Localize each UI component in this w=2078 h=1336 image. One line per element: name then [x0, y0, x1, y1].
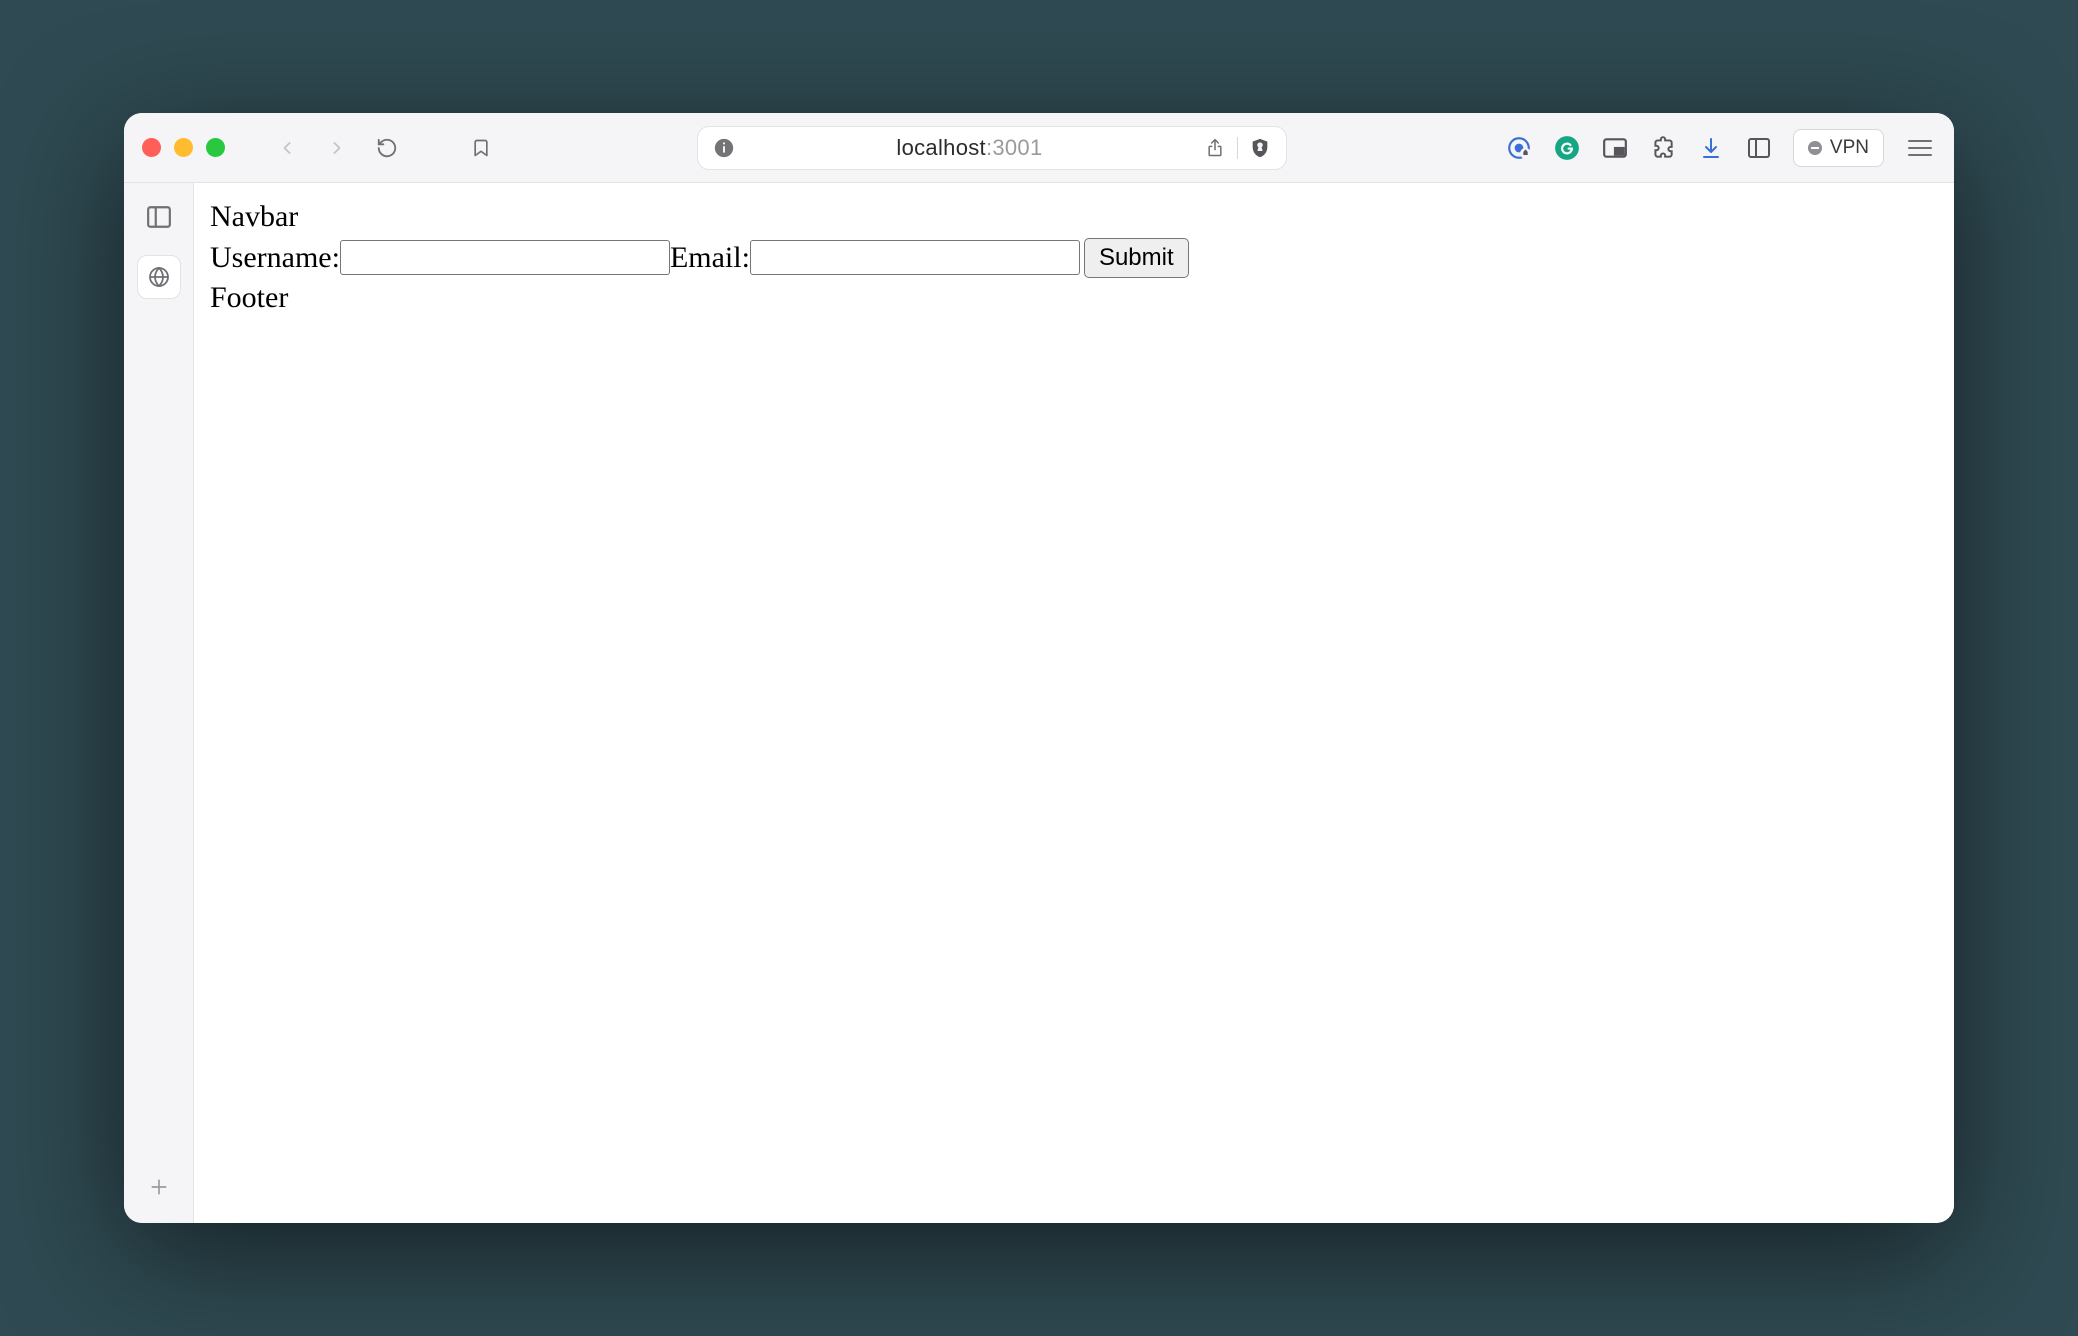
sidebar-toggle-icon[interactable] [1745, 134, 1773, 162]
email-input[interactable] [750, 240, 1080, 275]
username-input[interactable] [340, 240, 670, 275]
new-tab-button[interactable] [139, 1167, 179, 1207]
tab-localhost[interactable] [137, 255, 181, 299]
vpn-label: VPN [1830, 137, 1869, 159]
footer-text: Footer [210, 278, 1938, 319]
username-label: Username: [210, 238, 340, 279]
address-text: localhost:3001 [748, 135, 1191, 161]
pip-icon[interactable] [1601, 134, 1629, 162]
bookmark-button[interactable] [463, 130, 499, 166]
browser-toolbar: localhost:3001 [124, 113, 1954, 183]
submit-button[interactable]: Submit [1084, 238, 1189, 278]
browser-window: localhost:3001 [124, 113, 1954, 1223]
vertical-tab-rail [124, 183, 194, 1223]
navbar-text: Navbar [210, 197, 1938, 238]
downloads-icon[interactable] [1697, 134, 1725, 162]
extensions-puzzle-icon[interactable] [1649, 134, 1677, 162]
menu-button[interactable] [1904, 132, 1936, 164]
vpn-button[interactable]: VPN [1793, 129, 1884, 167]
nav-forward-button[interactable] [319, 130, 355, 166]
window-minimize-button[interactable] [174, 138, 193, 157]
traffic-lights [142, 138, 225, 157]
email-label: Email: [670, 238, 750, 279]
rail-sidebar-icon[interactable] [139, 197, 179, 237]
signup-form: Username: Email: Submit [210, 238, 1938, 279]
window-maximize-button[interactable] [206, 138, 225, 157]
brave-shields-icon[interactable] [1248, 136, 1272, 160]
site-info-icon[interactable] [712, 136, 736, 160]
address-bar[interactable]: localhost:3001 [697, 126, 1287, 170]
vpn-status-icon [1808, 141, 1822, 155]
page-content: Navbar Username: Email: Submit Footer [194, 183, 1954, 1223]
extension-icons: VPN [1505, 129, 1936, 167]
extension-icon-1[interactable] [1505, 134, 1533, 162]
nav-back-button[interactable] [269, 130, 305, 166]
window-close-button[interactable] [142, 138, 161, 157]
reload-button[interactable] [369, 130, 405, 166]
share-icon[interactable] [1203, 136, 1227, 160]
grammarly-icon[interactable] [1553, 134, 1581, 162]
